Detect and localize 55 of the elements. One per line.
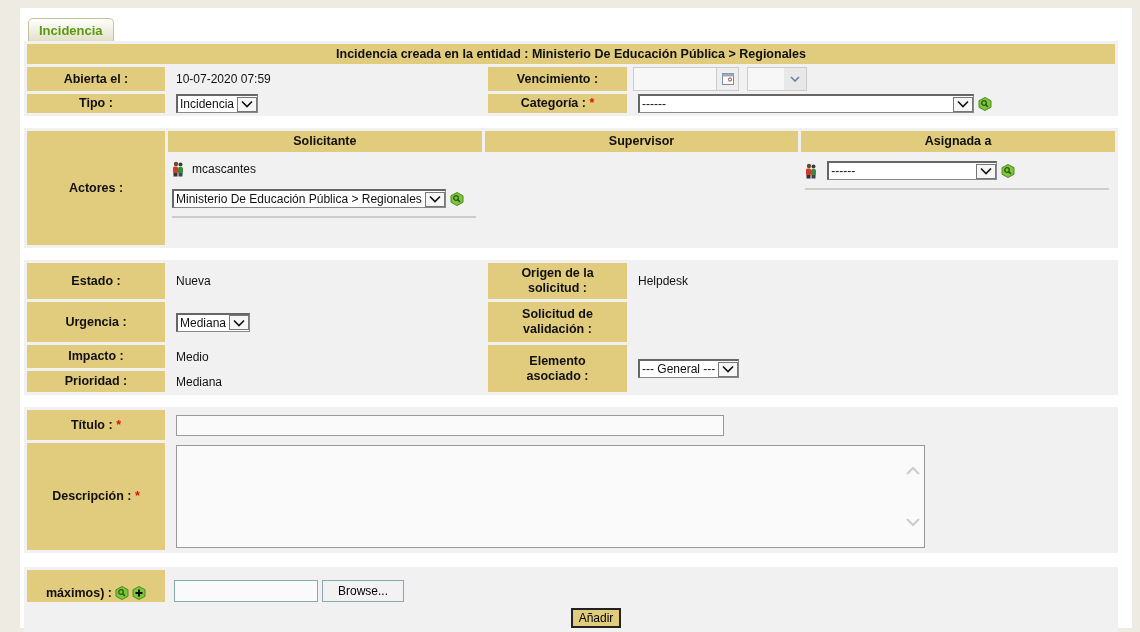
column-header: Supervisor: [484, 131, 799, 152]
field-label: Urgencia :: [27, 302, 165, 342]
calendar-icon[interactable]: [721, 73, 734, 85]
field-label: Abierta el :: [27, 67, 165, 91]
field-value: Medio: [176, 349, 209, 364]
dropdown[interactable]: Ministerio De Educación Pública > Regionales: [172, 189, 446, 208]
field-label: Estado :: [27, 263, 165, 299]
chevron-icon: [957, 100, 969, 108]
search-icon[interactable]: [449, 191, 464, 206]
people-icon: [172, 161, 184, 177]
field-label: Vencimiento :: [488, 67, 627, 91]
field-label: Prioridad :: [27, 371, 165, 392]
date-field[interactable]: [633, 67, 717, 91]
field-label: Solicitud de validación :: [488, 302, 627, 342]
scroll-down-icon[interactable]: [906, 516, 920, 527]
dropdown[interactable]: Mediana: [176, 312, 251, 332]
search-icon[interactable]: [115, 586, 129, 600]
title-field[interactable]: [176, 414, 724, 436]
user-name: mcascantes: [192, 162, 257, 176]
time-dropdown[interactable]: [747, 67, 807, 91]
column-header: Asignada a: [801, 131, 1115, 152]
dropdown[interactable]: Incidencia: [176, 94, 259, 113]
chevron-icon: [428, 195, 441, 203]
add-icon[interactable]: [132, 586, 146, 600]
dropdown[interactable]: ------: [638, 94, 974, 113]
search-icon[interactable]: [1001, 163, 1016, 178]
field-value: Helpdesk: [638, 274, 689, 288]
dropdown[interactable]: ------: [827, 161, 998, 180]
field-label: Título : *: [27, 410, 165, 440]
field-value: Mediana: [176, 374, 223, 389]
field-label: Elemento asociado :: [488, 345, 627, 392]
people-icon: [805, 162, 818, 179]
field-label: Categoría : *: [488, 94, 627, 113]
chevron-icon: [241, 100, 254, 108]
scroll-up-icon[interactable]: [906, 466, 920, 477]
field-label: Tipo :: [27, 94, 165, 113]
field-label: Origen de la solicitud :: [488, 263, 627, 299]
chevron-icon: [980, 167, 993, 175]
file-field[interactable]: [174, 580, 318, 602]
chevron-icon: [722, 365, 735, 373]
description-field[interactable]: [176, 445, 925, 548]
chevron-icon: [790, 76, 800, 82]
field-value: 10-07-2020 07:59: [176, 72, 271, 86]
field-label: Actores :: [27, 131, 165, 245]
field-value: Nueva: [176, 274, 211, 288]
search-icon[interactable]: [978, 96, 992, 111]
add-button[interactable]: Añadir: [570, 608, 622, 628]
dropdown[interactable]: --- General ---: [638, 359, 740, 378]
field-label: Descripción : *: [27, 443, 165, 550]
chevron-icon: [233, 318, 246, 327]
field-label: máximos) :: [46, 586, 112, 600]
field-label: Impacto :: [27, 345, 165, 368]
browse-button[interactable]: Browse...: [322, 580, 404, 602]
section-header: Incidencia creada en la entidad : Ministerio De Educación Pública > Regionales: [27, 44, 1115, 64]
column-header: Solicitante: [168, 131, 482, 152]
